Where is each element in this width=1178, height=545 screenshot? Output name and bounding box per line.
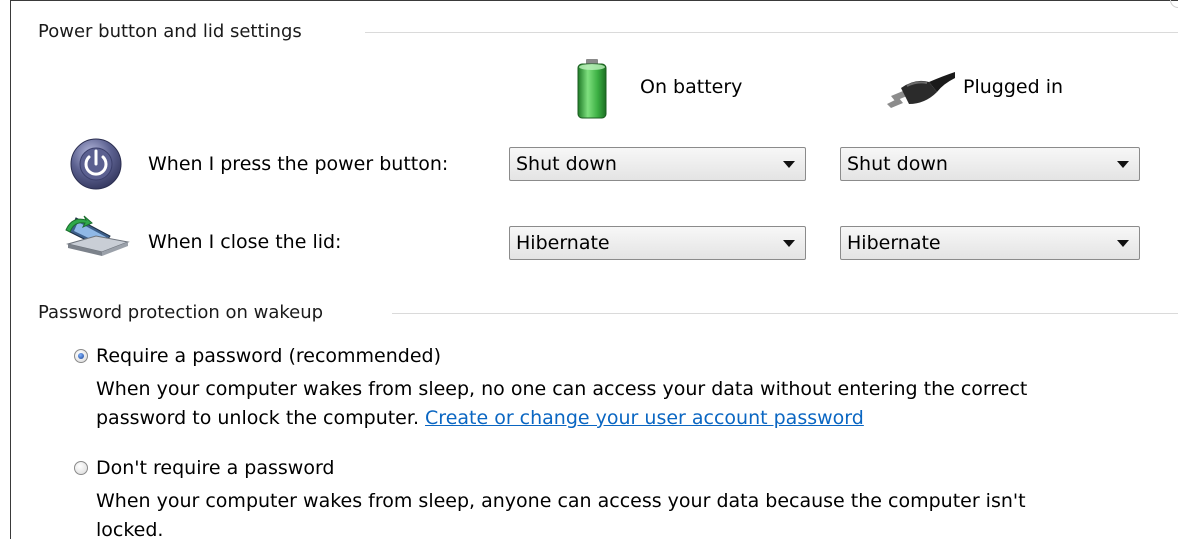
chevron-down-icon — [783, 240, 795, 247]
close-lid-plugged-value: Hibernate — [847, 232, 941, 254]
password-section-rule — [392, 313, 1178, 314]
close-lid-label: When I close the lid: — [148, 231, 342, 253]
no-password-description: When your computer wakes from sleep, any… — [96, 487, 1156, 545]
require-password-label: Require a password (recommended) — [96, 345, 442, 367]
no-password-label: Don't require a password — [96, 457, 335, 479]
require-password-option[interactable]: Require a password (recommended) — [74, 345, 441, 367]
change-password-link[interactable]: Create or change your user account passw… — [425, 407, 864, 429]
power-button-battery-select[interactable]: Shut down — [509, 147, 806, 181]
require-password-desc-line1: When your computer wakes from sleep, no … — [96, 378, 1028, 400]
plugged-in-header: Plugged in — [963, 76, 1064, 98]
power-button-battery-value: Shut down — [516, 153, 617, 175]
chevron-down-icon — [1117, 161, 1129, 168]
password-section-title: Password protection on wakeup — [38, 302, 324, 323]
corner-decoration — [1170, 0, 1178, 8]
no-password-desc-line2: locked. — [96, 519, 164, 541]
no-password-radio[interactable] — [74, 461, 88, 475]
chevron-down-icon — [1117, 240, 1129, 247]
close-lid-battery-select[interactable]: Hibernate — [509, 226, 806, 260]
chevron-down-icon — [783, 161, 795, 168]
laptop-lid-icon — [65, 215, 130, 256]
on-battery-header: On battery — [640, 76, 743, 98]
require-password-radio[interactable] — [74, 349, 88, 363]
power-button-icon — [70, 138, 122, 190]
window-top-border — [10, 0, 1178, 1]
no-password-desc-line1: When your computer wakes from sleep, any… — [96, 490, 1026, 512]
require-password-description: When your computer wakes from sleep, no … — [96, 375, 1156, 433]
no-password-option[interactable]: Don't require a password — [74, 457, 334, 479]
window-left-border — [10, 0, 11, 539]
power-button-plugged-select[interactable]: Shut down — [840, 147, 1140, 181]
power-button-plugged-value: Shut down — [847, 153, 948, 175]
close-lid-plugged-select[interactable]: Hibernate — [840, 226, 1140, 260]
battery-icon — [577, 59, 607, 119]
close-lid-battery-value: Hibernate — [516, 232, 610, 254]
require-password-desc-line2: password to unlock the computer. — [96, 407, 426, 429]
power-section-title: Power button and lid settings — [38, 21, 302, 42]
power-button-label: When I press the power button: — [148, 153, 449, 175]
power-plug-icon — [887, 72, 955, 108]
power-section-rule — [365, 32, 1178, 33]
